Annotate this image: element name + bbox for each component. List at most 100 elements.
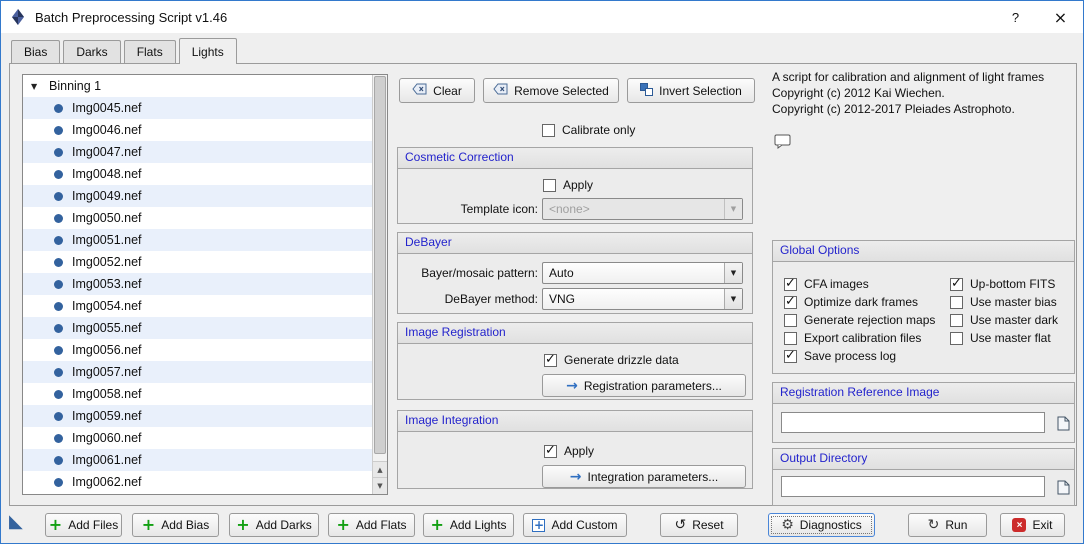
arrow-right-icon: → — [566, 377, 578, 394]
add-darks-button[interactable]: + Add Darks — [229, 513, 319, 537]
file-bullet-icon — [54, 433, 63, 443]
calibrate-only-checkbox[interactable]: Calibrate only — [542, 123, 635, 137]
file-item[interactable]: Img0045.nef — [23, 97, 372, 119]
tab-darks[interactable]: Darks — [63, 40, 121, 63]
reset-button[interactable]: ↺ Reset — [660, 513, 738, 537]
diagnostics-button[interactable]: ⚙ Diagnostics — [768, 513, 875, 537]
tab-flats[interactable]: Flats — [123, 40, 176, 63]
file-bullet-icon — [54, 213, 63, 223]
browse-folder-icon[interactable] — [1054, 478, 1072, 496]
close-button[interactable]: × — [1038, 1, 1083, 33]
file-item[interactable]: Img0053.nef — [23, 273, 372, 295]
new-instance-icon[interactable]: ◣ — [9, 513, 23, 531]
output-directory-group: Output Directory — [772, 448, 1075, 506]
file-item[interactable]: Img0058.nef — [23, 383, 372, 405]
tab-lights[interactable]: Lights — [178, 38, 237, 64]
file-item[interactable]: Img0055.nef — [23, 317, 372, 339]
registration-parameters-button[interactable]: → Registration parameters... — [542, 374, 746, 397]
template-icon-row: Template icon: <none> ▼ — [398, 198, 752, 220]
template-icon-select[interactable]: <none> ▼ — [542, 198, 743, 220]
plus-icon: + — [236, 515, 250, 534]
integration-parameters-button[interactable]: → Integration parameters... — [542, 465, 746, 488]
exit-button[interactable]: × Exit — [1000, 513, 1065, 537]
cosmetic-apply-checkbox[interactable]: Apply — [543, 178, 593, 192]
generate-drizzle-checkbox[interactable]: Generate drizzle data — [544, 352, 679, 367]
collapse-arrow-icon[interactable]: ▼ — [31, 82, 42, 91]
optimize-dark-frames-checkbox[interactable]: Optimize dark frames — [784, 293, 935, 311]
tab-bias[interactable]: Bias — [11, 40, 61, 63]
file-item[interactable]: Img0061.nef — [23, 449, 372, 471]
tree-node-binning[interactable]: ▼ Binning 1 — [23, 75, 372, 97]
scroll-up-icon[interactable]: ▲ — [373, 461, 387, 478]
main-panel: ▼ Binning 1 Img0045.nef Img0046.nef Img0… — [9, 63, 1077, 506]
checkbox — [544, 443, 557, 458]
file-item[interactable]: Img0046.nef — [23, 119, 372, 141]
plus-icon: + — [430, 515, 444, 534]
bayer-pattern-select[interactable]: Auto ▼ — [542, 262, 743, 284]
file-item[interactable]: Img0054.nef — [23, 295, 372, 317]
about-text: A script for calibration and alignment o… — [772, 70, 1070, 117]
file-item[interactable]: Img0052.nef — [23, 251, 372, 273]
export-calibration-files-checkbox[interactable]: Export calibration files — [784, 329, 935, 347]
group-title: Global Options — [773, 241, 1074, 262]
file-bullet-icon — [54, 455, 63, 465]
invert-selection-button[interactable]: Invert Selection — [627, 78, 755, 103]
scrollbar-thumb[interactable] — [374, 76, 386, 454]
file-item[interactable]: Img0051.nef — [23, 229, 372, 251]
checkbox — [544, 352, 557, 367]
use-master-bias-checkbox[interactable]: Use master bias — [950, 293, 1058, 311]
file-bullet-icon — [54, 147, 63, 157]
file-item[interactable]: Img0056.nef — [23, 339, 372, 361]
plus-icon: + — [48, 515, 63, 534]
file-item[interactable]: Img0060.nef — [23, 427, 372, 449]
file-bullet-icon — [54, 169, 63, 179]
file-bullet-icon — [54, 367, 63, 377]
file-item[interactable]: Img0062.nef — [23, 471, 372, 493]
exit-x-icon: × — [1012, 518, 1027, 532]
copyright-line: Copyright (c) 2012 Kai Wiechen. — [772, 85, 945, 100]
global-options-left-column: CFA images Optimize dark frames Generate… — [784, 275, 935, 365]
remove-icon — [493, 83, 508, 98]
add-lights-button[interactable]: + Add Lights — [423, 513, 514, 537]
use-master-flat-checkbox[interactable]: Use master flat — [950, 329, 1058, 347]
debayer-method-select[interactable]: VNG ▼ — [542, 288, 743, 310]
file-item[interactable]: Img0059.nef — [23, 405, 372, 427]
checkbox — [784, 313, 797, 327]
file-item[interactable]: Img0057.nef — [23, 361, 372, 383]
batch-preprocessing-window: Batch Preprocessing Script v1.46 ? × Bia… — [0, 0, 1084, 544]
add-flats-button[interactable]: + Add Flats — [328, 513, 415, 537]
debayer-method-row: DeBayer method: VNG ▼ — [398, 288, 752, 310]
registration-reference-input[interactable] — [781, 412, 1045, 433]
integration-apply-checkbox[interactable]: Apply — [544, 443, 594, 458]
cfa-images-checkbox[interactable]: CFA images — [784, 275, 935, 293]
save-process-log-checkbox[interactable]: Save process log — [784, 347, 935, 365]
file-item[interactable]: Img0048.nef — [23, 163, 372, 185]
run-button[interactable]: ↻ Run — [908, 513, 987, 537]
scroll-down-icon[interactable]: ▼ — [373, 477, 387, 494]
global-options-right-column: Up-bottom FITS Use master bias Use maste… — [950, 275, 1058, 347]
use-master-dark-checkbox[interactable]: Use master dark — [950, 311, 1058, 329]
file-bullet-icon — [54, 389, 63, 399]
file-item[interactable]: Img0050.nef — [23, 207, 372, 229]
add-files-button[interactable]: + Add Files — [45, 513, 122, 537]
file-item[interactable]: Img0049.nef — [23, 185, 372, 207]
add-custom-button[interactable]: + Add Custom — [523, 513, 627, 537]
output-directory-input[interactable] — [781, 476, 1045, 497]
file-item[interactable]: Img0047.nef — [23, 141, 372, 163]
file-bullet-icon — [54, 411, 63, 421]
group-title: Cosmetic Correction — [398, 148, 752, 169]
copyright-line: Copyright (c) 2012-2017 Pleiades Astroph… — [772, 101, 1015, 116]
browse-file-icon[interactable] — [1054, 414, 1072, 432]
debayer-group: DeBayer Bayer/mosaic pattern: Auto ▼ DeB… — [397, 232, 753, 314]
checkbox — [542, 123, 555, 137]
up-bottom-fits-checkbox[interactable]: Up-bottom FITS — [950, 275, 1058, 293]
remove-selected-button[interactable]: Remove Selected — [483, 78, 619, 103]
clear-button[interactable]: Clear — [399, 78, 475, 103]
checkbox — [784, 276, 797, 291]
help-button[interactable]: ? — [993, 1, 1038, 33]
add-bias-button[interactable]: + Add Bias — [132, 513, 219, 537]
generate-rejection-maps-checkbox[interactable]: Generate rejection maps — [784, 311, 935, 329]
vertical-scrollbar[interactable]: ▲ ▼ — [372, 75, 387, 494]
checkbox — [784, 331, 797, 345]
file-bullet-icon — [54, 477, 63, 487]
